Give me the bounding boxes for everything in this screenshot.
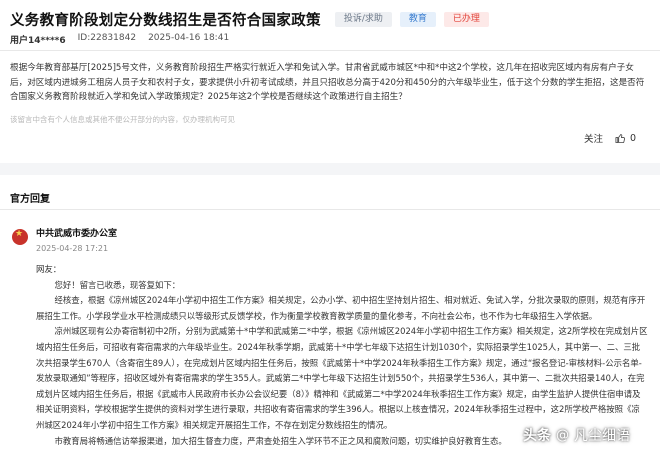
post-id: ID:22831842 [77,33,137,43]
thumbs-up-icon [615,133,625,143]
user-name: 用户14****6 [10,36,66,46]
reply-paragraph: 凉州城区现有公办寄宿制初中2所，分别为武威第十*中学和武威第二*中学，根据《凉州… [36,326,648,430]
status-badge: 已办理 [443,11,489,27]
watermark-author: 凡尘细语 [574,428,630,444]
post-datetime: 2025-04-16 18:41 [148,33,230,43]
reply-paragraph: 您好！留言已收悉，现答复如下： [54,279,181,290]
party-emblem-icon [12,229,28,245]
watermark-at: @ [556,427,569,443]
like-button[interactable]: 0 [615,133,636,144]
reply-meta: 中共武威市委办公室 2025-04-28 17:21 [36,226,117,253]
like-count: 0 [629,132,636,144]
follow-button[interactable]: 关注 [584,131,603,145]
question-text: 根据今年教育部基厅[2025]5号文件，义务教育阶段招生严格实行就近入学和免试入… [10,63,645,103]
official-reply-heading: 官方回复 [10,194,50,205]
tag-consult: 投诉/求助 [334,11,392,27]
tag-category: 教育 [399,11,436,27]
page-title: 义务教育阶段划定分数线招生是否符合国家政策 [10,12,321,29]
watermark-brand: 头条 [523,428,551,444]
post-actions: 关注 0 [584,131,636,146]
header-row: 义务教育阶段划定分数线招生是否符合国家政策 投诉/求助 教育 已办理 [10,8,650,30]
reply-office: 中共武威市委办公室 [36,229,118,239]
section-separator [0,163,660,175]
reply-paragraph: 经核查，根据《凉州城区2024年小学初中招生工作方案》相关规定，公办小学、初中招… [36,295,646,321]
watermark: 头条 @ 凡尘细语 [523,425,630,445]
reply-divider [0,209,660,210]
reply-date: 2025-04-28 17:21 [36,244,109,253]
reply-body: 网友： 您好！留言已收悉，现答复如下： 经核查，根据《凉州城区2024年小学初中… [36,262,648,449]
header-divider [0,50,660,51]
reply-greeting: 网友： [36,264,62,274]
post-meta: 用户14****6 ID:22831842 2025-04-16 18:41 [10,33,229,46]
reply-header: 中共武威市委办公室 2025-04-28 17:21 [12,226,117,253]
privacy-notice: 该留言中含有个人信息或其他不便公开部分的内容，仅办理机构可见 [10,115,235,124]
